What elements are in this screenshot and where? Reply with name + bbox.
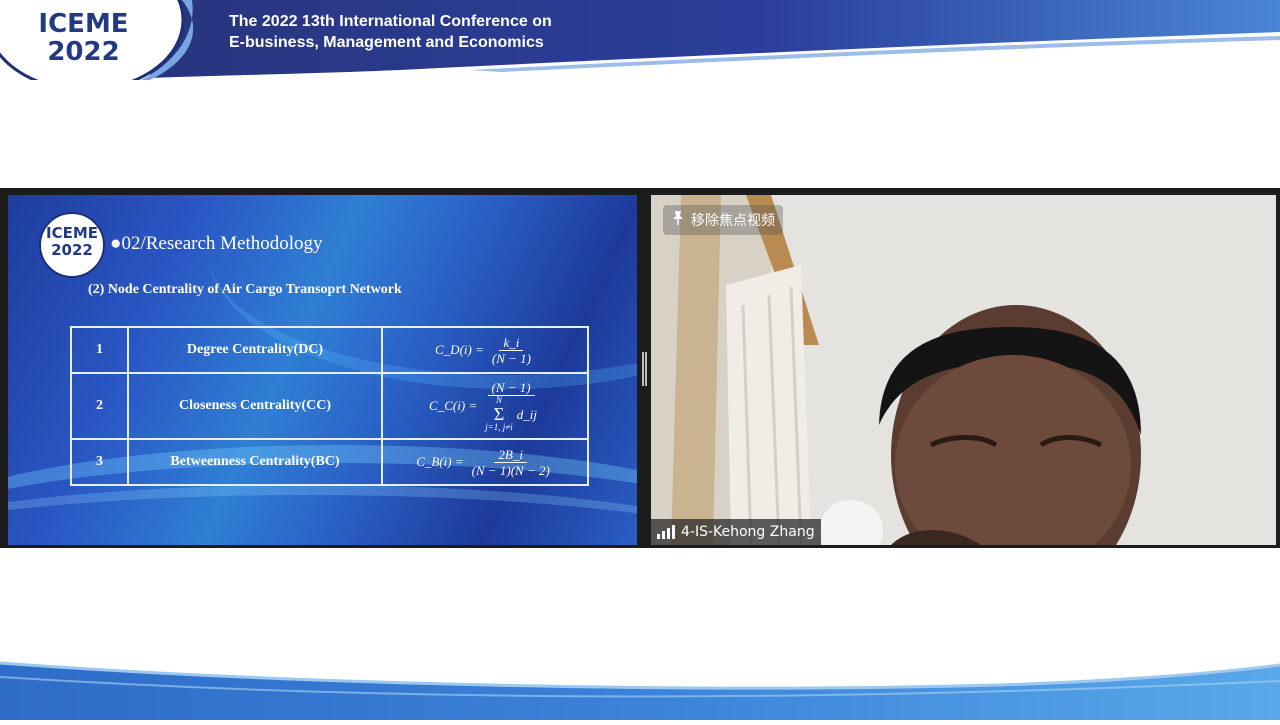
measure-name: Degree Centrality(DC) <box>127 326 383 374</box>
pin-icon <box>671 210 685 230</box>
formula-lhs: C_C(i) = <box>429 398 478 413</box>
row-number: 3 <box>70 438 129 486</box>
sum-sign: Σ <box>493 404 505 424</box>
banner-background <box>0 0 1280 80</box>
denominator: (N − 1) <box>491 350 531 366</box>
unpin-label: 移除焦点视频 <box>691 213 775 229</box>
denominator: N Σ j=1, j≠i d_ij <box>481 396 541 432</box>
slide-logo-line-2: 2022 <box>51 241 93 259</box>
table-row: 2 Closeness Centrality(CC) C_C(i) = (N −… <box>70 372 589 440</box>
video-frame <box>651 195 1276 545</box>
unpin-focus-video-button[interactable]: 移除焦点视频 <box>663 205 783 235</box>
table-row: 1 Degree Centrality(DC) C_D(i) = k_i (N … <box>70 326 589 374</box>
summation: N Σ j=1, j≠i <box>485 396 513 432</box>
measure-name: Betweenness Centrality(BC) <box>127 438 383 486</box>
formula-cell: C_C(i) = (N − 1) N Σ j=1, j≠i d_ij <box>381 372 589 440</box>
numerator: (N − 1) <box>487 380 535 396</box>
row-number: 2 <box>70 372 129 440</box>
degree-formula: C_D(i) = k_i (N − 1) <box>435 335 535 366</box>
fraction: k_i (N − 1) <box>488 335 535 366</box>
closeness-formula: C_C(i) = (N − 1) N Σ j=1, j≠i d_ij <box>429 380 541 432</box>
slide-logo: ICEME 2022 <box>39 212 105 278</box>
numerator: k_i <box>499 335 524 351</box>
numerator: 2B_i <box>494 447 527 463</box>
row-number: 1 <box>70 326 129 374</box>
bottom-wave <box>0 661 1280 720</box>
participant-name: 4-IS-Kehong Zhang <box>681 524 815 540</box>
denominator: (N − 1)(N − 2) <box>471 462 550 478</box>
measure-name: Closeness Centrality(CC) <box>127 372 383 440</box>
conference-title: The 2022 13th International Conference o… <box>229 11 552 53</box>
slide-subheading: (2) Node Centrality of Air Cargo Transop… <box>88 282 402 297</box>
conference-banner: ICEME 2022 The 2022 13th International C… <box>0 0 1280 80</box>
splitter-handle-icon[interactable] <box>642 352 647 386</box>
conference-title-line-1: The 2022 13th International Conference o… <box>229 13 552 30</box>
centrality-table: 1 Degree Centrality(DC) C_D(i) = k_i (N … <box>70 326 589 486</box>
slide-heading: ●02/Research Methodology <box>110 233 323 254</box>
slide-wave-decoration <box>8 485 637 545</box>
sum-lower: j=1, j≠i <box>485 422 513 432</box>
conference-title-line-2: E-business, Management and Economics <box>229 34 544 51</box>
formula-cell: C_D(i) = k_i (N − 1) <box>381 326 589 374</box>
participant-video[interactable]: 移除焦点视频 4-IS-Kehong Zhang <box>651 195 1276 545</box>
logo-line-2: 2022 <box>47 37 120 67</box>
fraction: (N − 1) N Σ j=1, j≠i d_ij <box>481 380 541 432</box>
formula-lhs: C_B(i) = <box>416 454 464 469</box>
slide-logo-line-1: ICEME <box>45 224 98 242</box>
table-row: 3 Betweenness Centrality(BC) C_B(i) = 2B… <box>70 438 589 486</box>
formula-cell: C_B(i) = 2B_i (N − 1)(N − 2) <box>381 438 589 486</box>
signal-bars-icon <box>657 525 675 539</box>
formula-lhs: C_D(i) = <box>435 342 484 357</box>
betweenness-formula: C_B(i) = 2B_i (N − 1)(N − 2) <box>416 447 554 478</box>
iceme-logo: ICEME 2022 <box>26 10 141 66</box>
sum-term: d_ij <box>516 406 537 422</box>
fraction: 2B_i (N − 1)(N − 2) <box>468 447 554 478</box>
bottom-decoration <box>0 655 1280 720</box>
participant-name-tag: 4-IS-Kehong Zhang <box>651 519 821 545</box>
shared-screen-slide: ICEME 2022 ●02/Research Methodology (2) … <box>8 195 637 545</box>
logo-line-1: ICEME <box>38 9 129 39</box>
